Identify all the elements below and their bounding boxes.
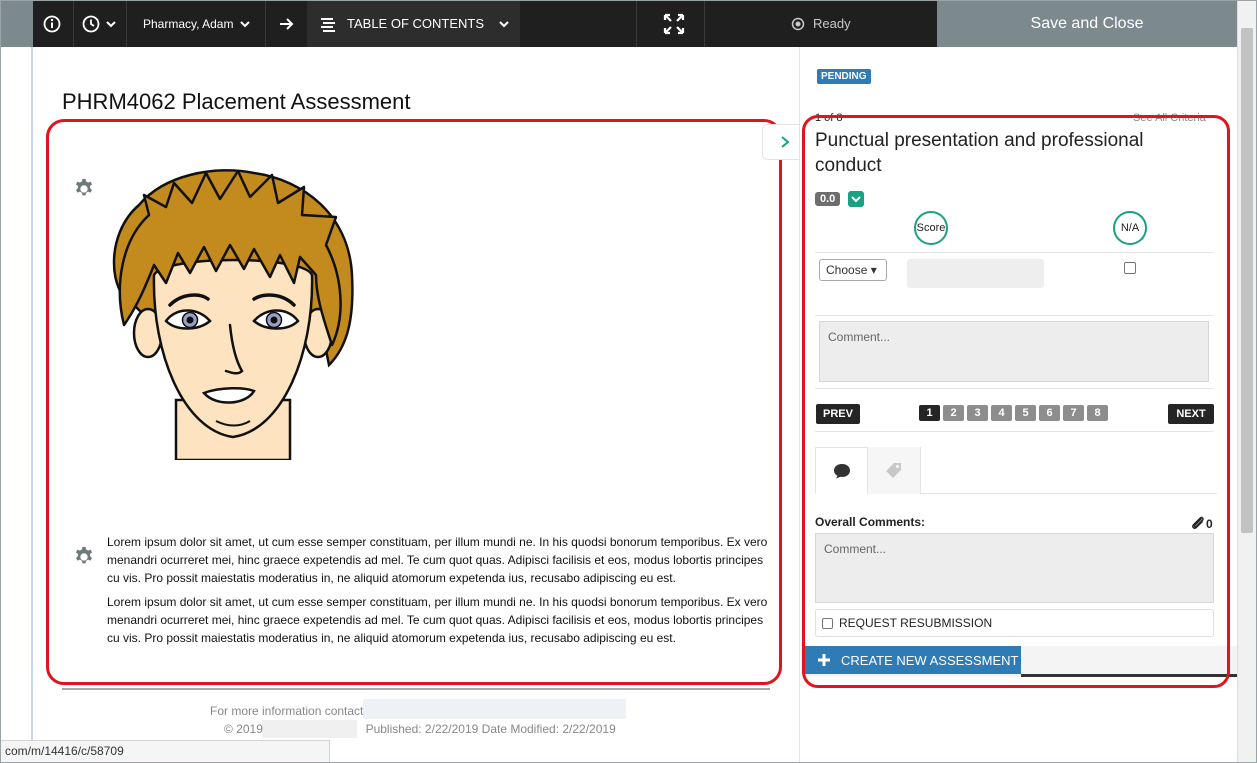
toolbar-separator <box>73 0 74 47</box>
toolbar-separator <box>265 0 266 47</box>
list-icon <box>321 17 335 32</box>
window-left-gutter <box>0 0 33 47</box>
avatar-illustration <box>112 169 354 460</box>
toolbar-separator <box>126 0 127 47</box>
body-paragraph: Lorem ipsum dolor sit amet, ut cum esse … <box>107 535 768 585</box>
vertical-scrollbar[interactable] <box>1237 0 1257 763</box>
body-paragraph: Lorem ipsum dolor sit amet, ut cum esse … <box>107 595 768 645</box>
toolbar-separator <box>704 0 705 47</box>
chevron-right-icon <box>781 136 790 148</box>
user-name: Pharmacy, Adam <box>143 16 234 31</box>
page-title: PHRM4062 Placement Assessment <box>62 89 411 114</box>
status-text: Ready <box>813 16 851 31</box>
chevron-down-icon <box>106 20 116 27</box>
content-divider <box>62 688 770 690</box>
status-badge: PENDING <box>817 69 871 84</box>
gear-icon[interactable] <box>73 177 95 199</box>
clock-icon <box>82 15 100 32</box>
expand-icon <box>663 13 685 34</box>
radio-dot-icon <box>791 17 805 30</box>
info-button[interactable] <box>43 0 61 47</box>
save-and-close-button[interactable]: Save and Close <box>937 0 1237 47</box>
footer-contact: For more information contact <box>210 704 364 718</box>
next-arrow-button[interactable] <box>279 0 295 47</box>
footer-meta: © 2019 Published: 2/22/2019 Date Modifie… <box>224 722 616 736</box>
redacted-contact <box>363 699 626 719</box>
info-icon <box>43 15 61 32</box>
history-button[interactable] <box>82 0 117 47</box>
chevron-down-icon <box>499 20 509 27</box>
toolbar-separator <box>636 0 637 47</box>
arrow-right-icon <box>280 17 294 30</box>
gear-icon[interactable] <box>73 545 95 567</box>
top-toolbar: Pharmacy, Adam TABLE OF CONTENTS Ready <box>33 0 937 47</box>
footer-copyright: © 2019 <box>224 722 263 736</box>
panel-highlight-box <box>802 115 1230 688</box>
fullscreen-button[interactable] <box>663 0 685 47</box>
chevron-down-icon <box>240 20 251 27</box>
status-url-bar: com/m/14416/c/58709 <box>0 740 330 763</box>
user-menu[interactable]: Pharmacy, Adam <box>143 0 251 47</box>
left-edge-rule <box>31 47 33 747</box>
save-status: Ready <box>791 0 851 47</box>
footer-published: Published: 2/22/2019 Date Modified: 2/22… <box>365 722 616 736</box>
table-of-contents-menu[interactable]: TABLE OF CONTENTS <box>307 0 520 47</box>
collapse-panel-tab[interactable] <box>762 124 799 160</box>
toc-label: TABLE OF CONTENTS <box>347 16 484 31</box>
scrollbar-thumb[interactable] <box>1241 28 1253 533</box>
